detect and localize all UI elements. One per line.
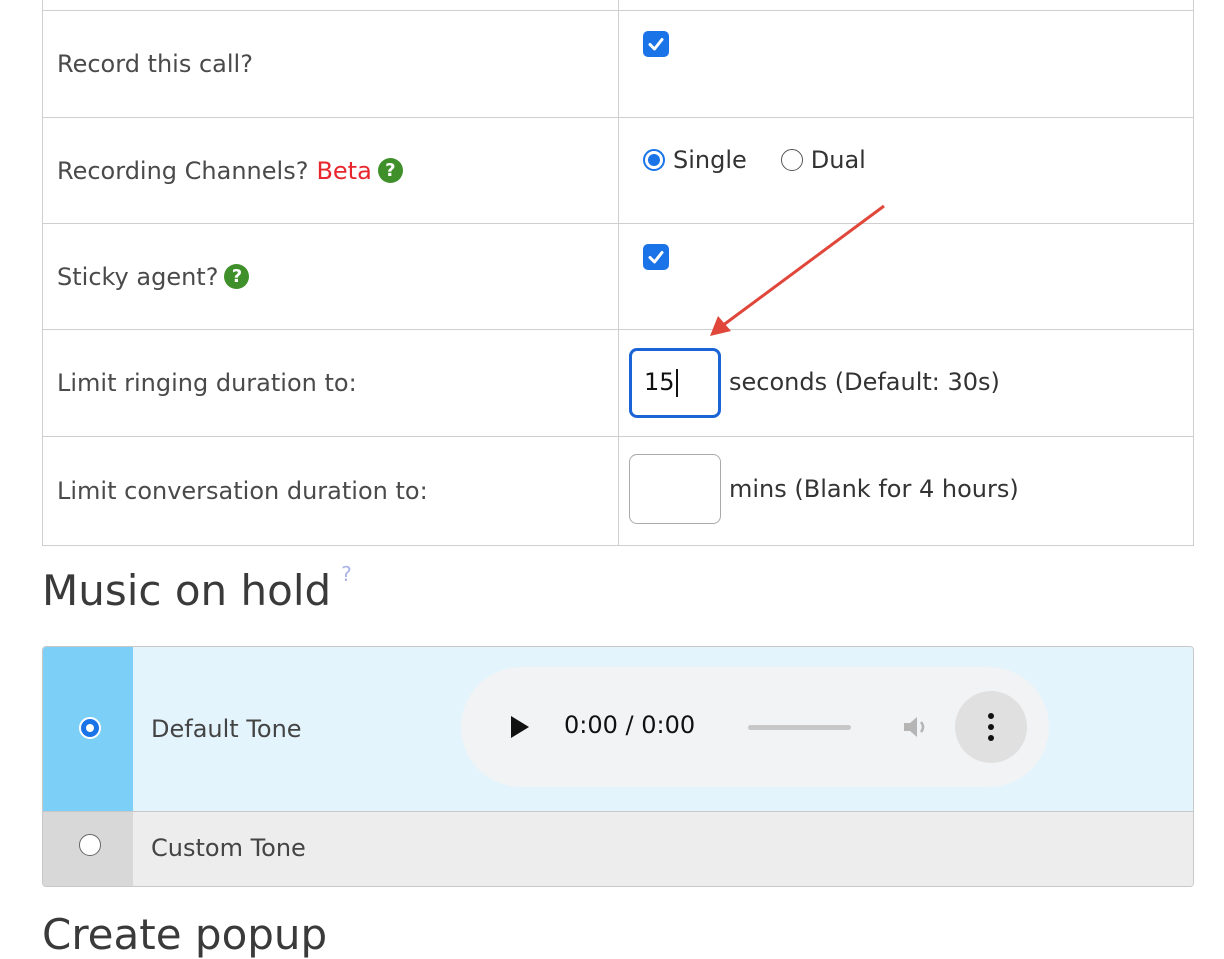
- table-row: Sticky agent? ?: [43, 223, 1193, 329]
- table-row: [43, 0, 1193, 10]
- list-item[interactable]: Default Tone 0:00 / 0:00: [43, 647, 1193, 812]
- default-tone-label: Default Tone: [151, 715, 302, 743]
- time-display: 0:00 / 0:00: [564, 711, 696, 739]
- list-item[interactable]: Custom Tone: [43, 812, 1193, 886]
- sticky-agent-checkbox[interactable]: [643, 244, 669, 270]
- ringing-duration-label: Limit ringing duration to:: [43, 330, 619, 436]
- more-options-button[interactable]: [955, 691, 1027, 763]
- music-on-hold-title: Music on hold?: [42, 562, 352, 615]
- sticky-agent-label: Sticky agent? ?: [43, 224, 619, 329]
- volume-icon[interactable]: [901, 713, 931, 741]
- ringing-duration-suffix: seconds (Default: 30s): [729, 368, 1000, 396]
- conversation-duration-label: Limit conversation duration to:: [43, 437, 619, 545]
- beta-badge: Beta: [316, 156, 372, 185]
- recording-channels-radio-group: Single Dual: [643, 146, 900, 174]
- checkmark-icon: [648, 38, 664, 51]
- table-row: Record this call?: [43, 10, 1193, 117]
- help-icon[interactable]: ?: [341, 562, 352, 586]
- record-call-checkbox[interactable]: [643, 31, 669, 57]
- table-row: Recording Channels? Beta ? Single Dual: [43, 117, 1193, 223]
- custom-tone-radio[interactable]: [79, 834, 101, 856]
- call-settings-table: Record this call? Recording Channels? Be…: [42, 0, 1194, 546]
- single-channel-label[interactable]: Single: [673, 146, 747, 174]
- conversation-duration-input[interactable]: [629, 454, 721, 524]
- default-tone-radio[interactable]: [79, 717, 101, 739]
- table-row: Limit conversation duration to: mins (Bl…: [43, 436, 1193, 545]
- record-call-label: Record this call?: [43, 11, 619, 117]
- help-icon[interactable]: ?: [224, 264, 250, 289]
- audio-player: 0:00 / 0:00: [461, 667, 1049, 787]
- custom-tone-label: Custom Tone: [151, 834, 306, 862]
- music-on-hold-options: Default Tone 0:00 / 0:00 Custom Tone: [42, 646, 1194, 887]
- ringing-duration-input[interactable]: 15: [629, 348, 721, 418]
- play-icon[interactable]: [509, 714, 531, 740]
- create-popup-title: Create popup: [42, 910, 328, 959]
- dual-channel-radio[interactable]: [780, 149, 803, 171]
- progress-slider[interactable]: [748, 725, 851, 730]
- help-icon[interactable]: ?: [377, 158, 403, 183]
- checkmark-icon: [648, 251, 664, 264]
- text-caret: [675, 369, 678, 397]
- recording-channels-label: Recording Channels? Beta ?: [43, 118, 619, 223]
- table-row: Limit ringing duration to: 15 seconds (D…: [43, 329, 1193, 436]
- conversation-duration-suffix: mins (Blank for 4 hours): [729, 475, 1019, 503]
- dual-channel-label[interactable]: Dual: [811, 146, 866, 174]
- single-channel-radio[interactable]: [643, 149, 665, 171]
